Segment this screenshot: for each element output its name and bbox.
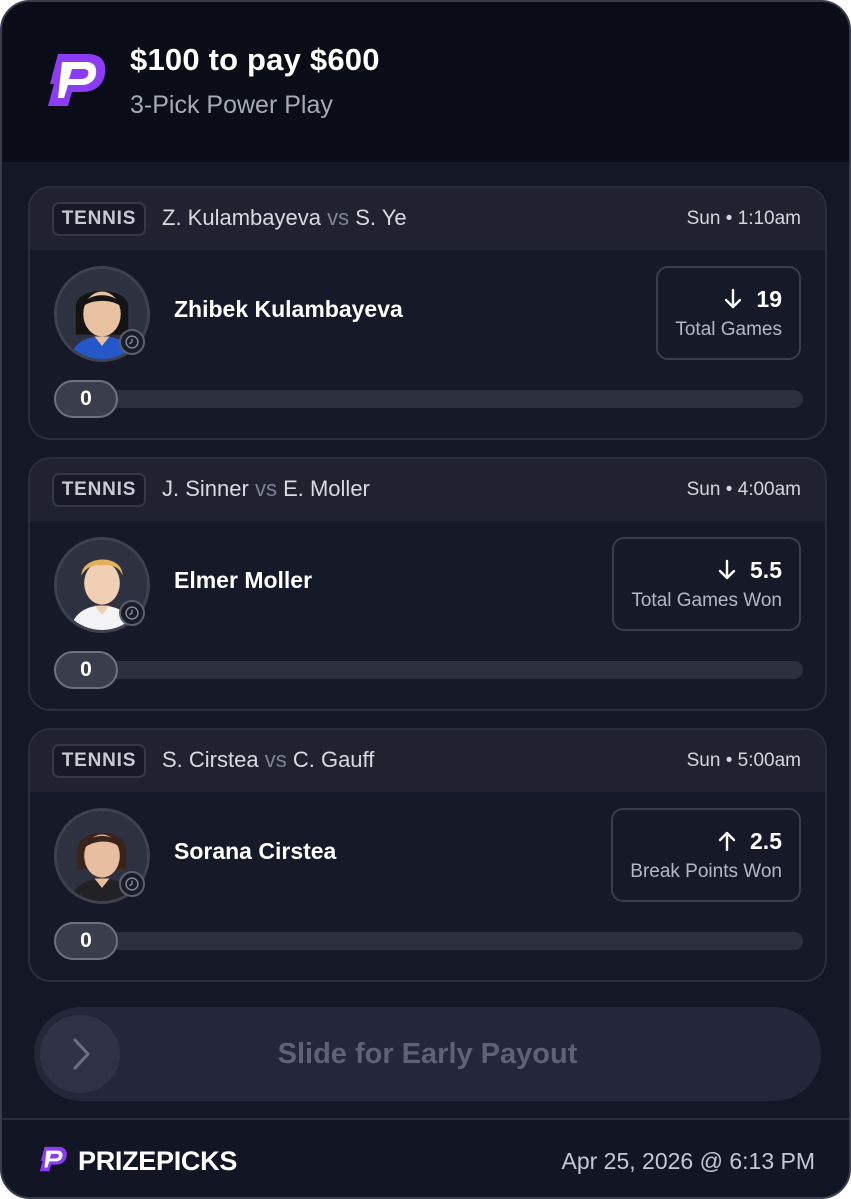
clock-icon	[119, 329, 145, 355]
matchup-vs: vs	[264, 747, 287, 772]
entry-card: $100 to pay $600 3-Pick Power Play TENNI…	[0, 0, 851, 1199]
game-time: Sun • 1:10am	[686, 208, 801, 229]
matchup-vs: vs	[254, 476, 277, 501]
matchup-player-b: S. Ye	[355, 205, 407, 230]
arrow-down-icon	[718, 559, 736, 580]
footer: PRIZEPICKS Apr 25, 2026 @ 6:13 PM	[2, 1118, 849, 1197]
progress-track	[54, 661, 803, 679]
matchup: Z. Kulambayeva vs S. Ye	[162, 205, 407, 231]
pick-card[interactable]: TENNIS S. Cirstea vs C. Gauff Sun • 5:00…	[28, 728, 827, 982]
projection-stat: Break Points Won	[630, 860, 782, 882]
projection-line: 5.5	[750, 556, 782, 583]
entry-title: $100 to pay $600	[130, 42, 380, 77]
projection-line: 2.5	[750, 827, 782, 854]
entry-datetime: Apr 25, 2026 @ 6:13 PM	[561, 1148, 816, 1174]
projection-box[interactable]: 19 Total Games	[656, 266, 801, 360]
player-name: Zhibek Kulambayeva	[174, 296, 403, 322]
sport-badge: TENNIS	[52, 202, 146, 236]
sport-badge: TENNIS	[52, 473, 146, 507]
arrow-down-icon	[725, 288, 742, 309]
pick-header: TENNIS J. Sinner vs E. Moller Sun • 4:00…	[30, 459, 825, 521]
brand-wordmark: PRIZEPICKS	[78, 1146, 238, 1176]
game-time: Sun • 5:00am	[686, 750, 801, 771]
slider-handle[interactable]	[40, 1015, 120, 1093]
pick-card[interactable]: TENNIS J. Sinner vs E. Moller Sun • 4:00…	[28, 457, 827, 711]
player-name: Sorana Cirstea	[174, 838, 337, 864]
player-name: Elmer Moller	[174, 567, 313, 593]
matchup-player-a: Z. Kulambayeva	[162, 205, 321, 230]
matchup-player-b: C. Gauff	[292, 747, 375, 772]
prizepicks-logo-icon	[39, 1146, 67, 1172]
projection-stat: Total Games Won	[631, 589, 782, 611]
clock-icon	[119, 600, 145, 626]
progress-track	[54, 932, 803, 950]
progress-value: 0	[54, 380, 118, 418]
pick-card[interactable]: TENNIS Z. Kulambayeva vs S. Ye Sun • 1:1…	[28, 186, 827, 440]
progress-value: 0	[54, 922, 118, 960]
matchup-player-b: E. Moller	[283, 476, 370, 501]
projection-box[interactable]: 2.5 Break Points Won	[611, 808, 801, 902]
progress-track	[54, 390, 803, 408]
sport-badge: TENNIS	[52, 744, 146, 778]
projection-line: 19	[756, 285, 782, 312]
arrow-up-icon	[718, 831, 736, 852]
projection-stat: Total Games	[675, 318, 782, 340]
matchup: J. Sinner vs E. Moller	[162, 476, 370, 502]
prizepicks-logo-icon	[48, 54, 106, 106]
matchup-player-a: J. Sinner	[162, 476, 249, 501]
progress-value: 0	[54, 651, 118, 689]
slider-label: Slide for Early Payout	[277, 1037, 578, 1070]
entry-subtitle: 3-Pick Power Play	[130, 91, 333, 119]
matchup-player-a: S. Cirstea	[162, 747, 259, 772]
chevron-right-icon	[73, 1038, 90, 1070]
pick-header: TENNIS Z. Kulambayeva vs S. Ye Sun • 1:1…	[30, 188, 825, 250]
matchup-vs: vs	[327, 205, 350, 230]
pick-header: TENNIS S. Cirstea vs C. Gauff Sun • 5:00…	[30, 730, 825, 792]
matchup: S. Cirstea vs C. Gauff	[162, 747, 374, 773]
game-time: Sun • 4:00am	[686, 479, 801, 500]
projection-box[interactable]: 5.5 Total Games Won	[612, 537, 801, 631]
entry-header: $100 to pay $600 3-Pick Power Play	[2, 2, 849, 162]
early-payout-slider[interactable]: Slide for Early Payout	[34, 1007, 821, 1101]
clock-icon	[119, 871, 145, 897]
